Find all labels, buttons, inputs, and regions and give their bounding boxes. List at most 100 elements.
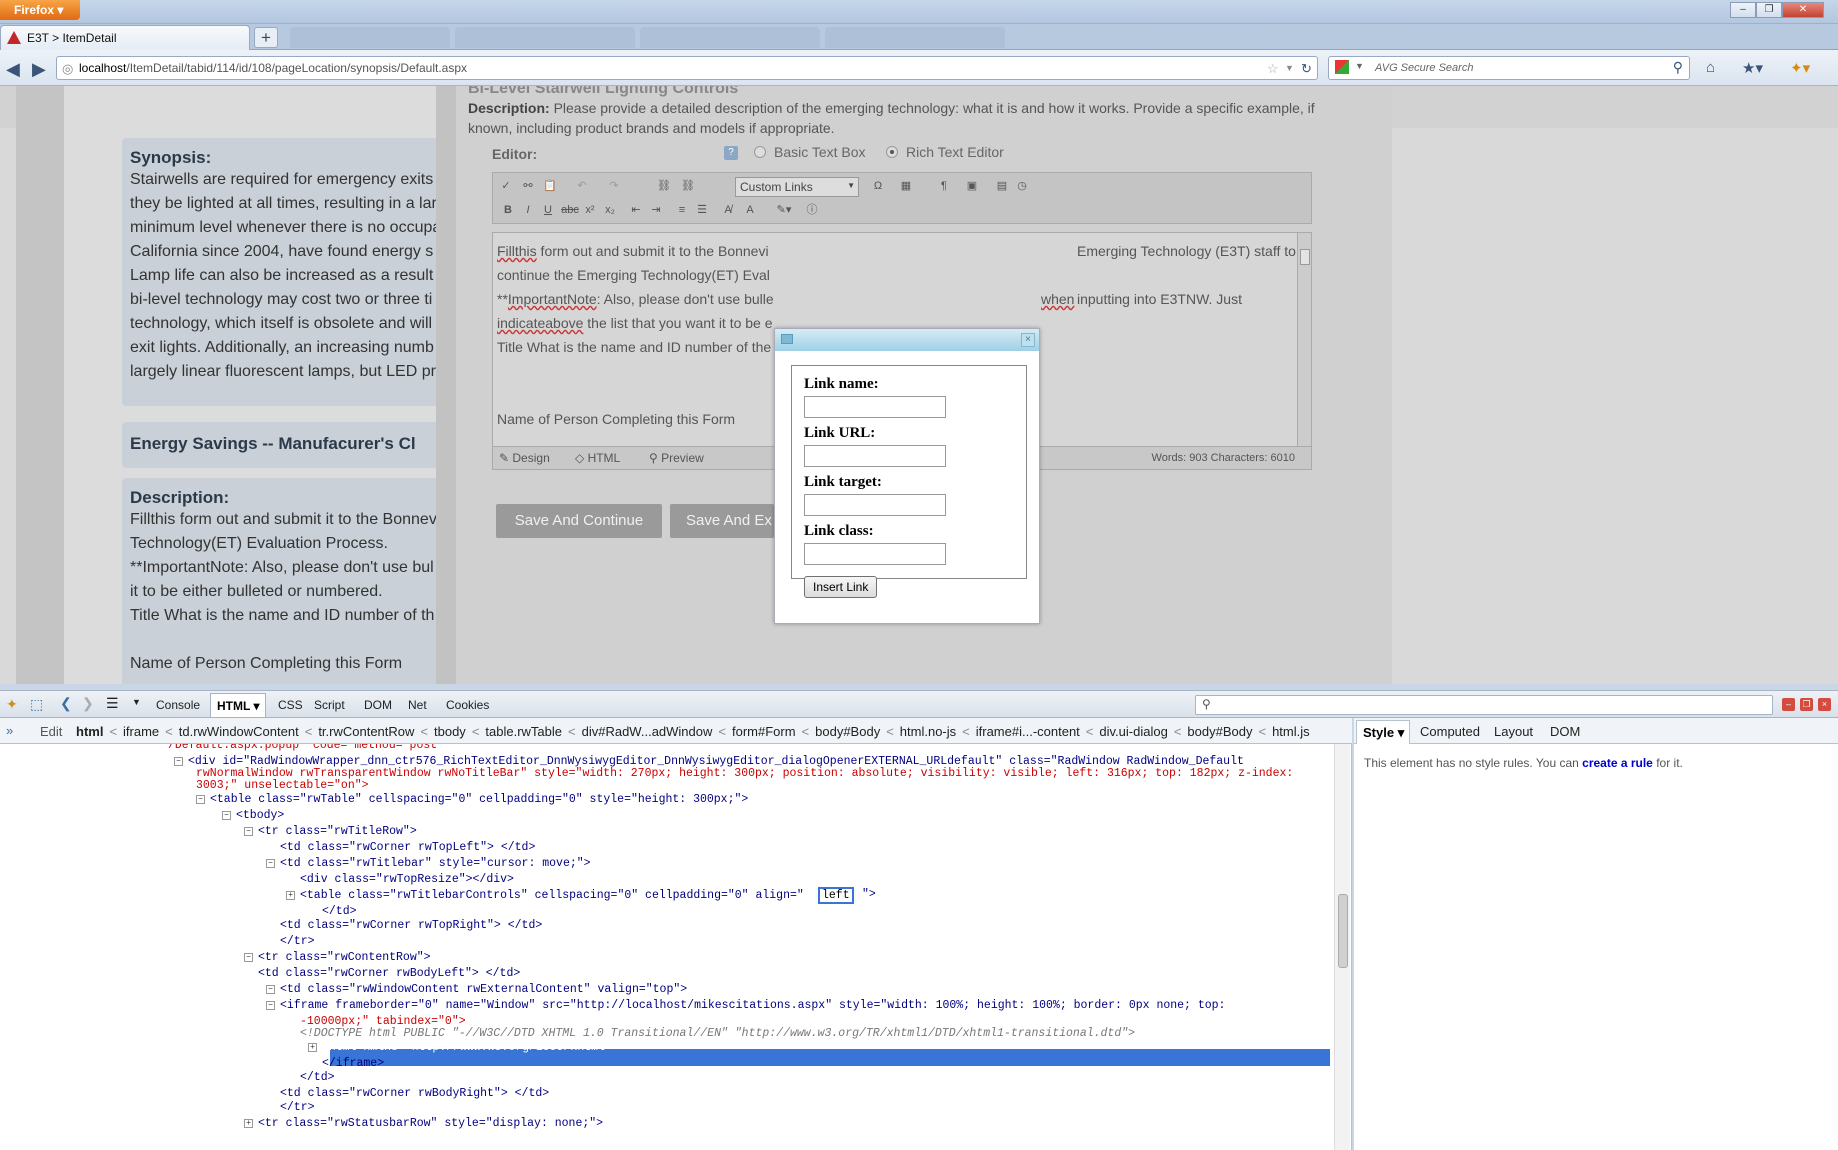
forward-arrow-icon[interactable]: ▶ <box>32 59 46 80</box>
html-tree-node[interactable]: <td class="rwCorner rwBodyRight"> </td> <box>280 1086 549 1102</box>
strip-format-icon[interactable]: A̸ <box>719 201 737 219</box>
collapse-icon[interactable]: − <box>266 1001 275 1010</box>
expand-icon[interactable]: + <box>286 891 295 900</box>
tab-console[interactable]: Console <box>156 698 200 712</box>
firebug-icon[interactable]: ✦ <box>6 696 18 713</box>
help-icon[interactable]: ? <box>724 146 738 160</box>
background-tab[interactable] <box>825 27 1005 48</box>
breadcrumb-item[interactable]: div#RadW...adWindow <box>582 724 713 739</box>
template-icon[interactable]: ▤ <box>993 177 1011 195</box>
insert-link-button[interactable]: Insert Link <box>804 576 878 598</box>
tab-computed[interactable]: Computed <box>1420 724 1480 739</box>
numbered-list-icon[interactable]: ≡ <box>673 201 691 219</box>
rich-text-editor-option[interactable]: Rich Text Editor <box>886 144 1004 160</box>
html-tree-node[interactable]: </tr> <box>280 934 315 950</box>
indent-icon[interactable]: ⇥ <box>647 201 665 219</box>
link-icon[interactable]: ⛓ <box>655 177 673 195</box>
table-icon[interactable]: ▦ <box>897 177 915 195</box>
energy-savings-panel[interactable]: Energy Savings -- Manufacurer's Cl <box>122 422 452 468</box>
find-icon[interactable]: ⚯ <box>519 177 537 195</box>
preview-mode-tab[interactable]: ⚲ Preview <box>649 451 704 465</box>
html-tree-panel[interactable]: /Default.aspx.popup" code="method="post"… <box>0 744 1352 1150</box>
underline-icon[interactable]: U <box>539 201 557 219</box>
html-tree-node[interactable]: <td class="rwCorner rwTopLeft"> </td> <box>280 840 535 856</box>
custom-links-dropdown[interactable]: Custom Links ▼ <box>735 177 859 197</box>
firefox-menu-button[interactable]: Firefox ▾ <box>0 0 80 20</box>
html-tree-node[interactable]: <td class="rwCorner rwBodyLeft"> </td> <box>258 966 520 982</box>
close-firebug-button[interactable]: × <box>1818 698 1831 711</box>
tab-cookies[interactable]: Cookies <box>446 698 489 712</box>
bookmark-star-icon[interactable]: ☆ <box>1267 61 1279 77</box>
edit-button[interactable]: Edit <box>40 724 62 739</box>
expand-icon[interactable]: + <box>244 1119 253 1128</box>
html-tree-node[interactable]: <tr class="rwTitleRow"> <box>258 824 417 840</box>
redo-icon[interactable]: ↷ <box>605 177 623 195</box>
outdent-icon[interactable]: ⇤ <box>627 201 645 219</box>
breadcrumb-item[interactable]: iframe#i...-content <box>976 724 1080 739</box>
html-tree-node[interactable]: <tbody> <box>236 808 284 824</box>
firebug-icon[interactable]: ✦▾ <box>1790 59 1810 77</box>
spellcheck-icon[interactable]: ✓ <box>497 177 515 195</box>
html-tree-node[interactable]: <td class="rwWindowContent rwExternalCon… <box>280 982 687 998</box>
tab-script[interactable]: Script <box>314 698 345 712</box>
breadcrumb-item[interactable]: body#Body <box>1187 724 1252 739</box>
collapse-icon[interactable]: − <box>266 859 275 868</box>
collapse-icon[interactable]: − <box>174 757 183 766</box>
save-and-continue-button[interactable]: Save And Continue <box>496 504 662 538</box>
unlink-icon[interactable]: ⛓ <box>679 177 697 195</box>
breadcrumb-item[interactable]: html.js <box>1272 724 1310 739</box>
expand-icon[interactable]: » <box>6 723 13 738</box>
editor-scroll-thumb[interactable] <box>1300 249 1310 265</box>
background-tab[interactable] <box>640 27 820 48</box>
html-panel-scrollbar[interactable] <box>1334 744 1350 1150</box>
html-tree-node[interactable]: <table class="rwTitlebarControls" cellsp… <box>300 888 804 904</box>
tab-net[interactable]: Net <box>408 698 427 712</box>
paste-icon[interactable]: 📋 <box>541 177 559 195</box>
dialog-titlebar[interactable]: × <box>775 329 1039 351</box>
clock-icon[interactable]: ◷ <box>1013 177 1031 195</box>
tab-e3t-itemdetail[interactable]: E3T > ItemDetail <box>0 25 250 50</box>
italic-icon[interactable]: I <box>519 201 537 219</box>
menu-icon[interactable]: ☰ <box>106 695 119 712</box>
paragraph-icon[interactable]: ¶ <box>935 177 953 195</box>
tab-css[interactable]: CSS <box>278 698 303 712</box>
link-target-input[interactable] <box>804 494 946 516</box>
url-bar[interactable]: ◎ localhost/ItemDetail/tabid/114/id/108/… <box>56 56 1318 80</box>
bold-icon[interactable]: B <box>499 201 517 219</box>
tab-html[interactable]: HTML ▾ <box>210 693 266 717</box>
detach-firebug-button[interactable]: ❐ <box>1800 698 1813 711</box>
search-bar[interactable]: ▼ AVG Secure Search ⚲ <box>1328 56 1690 80</box>
back-arrow-icon[interactable]: ◀ <box>6 59 20 80</box>
link-class-input[interactable] <box>804 543 946 565</box>
background-tab[interactable] <box>455 27 635 48</box>
basic-text-box-radio[interactable] <box>754 146 766 158</box>
subscript-icon[interactable]: x₂ <box>601 201 619 219</box>
breadcrumb-item[interactable]: table.rwTable <box>485 724 562 739</box>
close-window-button[interactable]: ✕ <box>1782 2 1824 18</box>
attribute-edit-input[interactable]: left <box>818 887 854 904</box>
tab-side-dom[interactable]: DOM <box>1550 724 1580 739</box>
background-tab[interactable] <box>290 27 450 48</box>
tab-dom[interactable]: DOM <box>364 698 392 712</box>
bullet-list-icon[interactable]: ☰ <box>693 201 711 219</box>
search-engine-dropdown-icon[interactable]: ▼ <box>1355 61 1364 71</box>
html-tree-node[interactable]: <tr class="rwContentRow"> <box>258 950 431 966</box>
breadcrumb-item[interactable]: form#Form <box>732 724 796 739</box>
close-icon[interactable]: × <box>1021 333 1035 347</box>
superscript-icon[interactable]: x² <box>581 201 599 219</box>
firebug-search-input[interactable]: ⚲ <box>1195 695 1773 715</box>
html-tree-node[interactable]: <tr class="rwStatusbarRow" style="displa… <box>258 1116 603 1132</box>
format-painter-icon[interactable]: ✎▾ <box>775 201 793 219</box>
collapse-icon[interactable]: − <box>266 985 275 994</box>
home-icon[interactable]: ⌂ <box>1706 59 1715 76</box>
design-mode-tab[interactable]: ✎ Design <box>499 451 550 465</box>
new-tab-button[interactable]: + <box>254 27 278 48</box>
special-chars-icon[interactable]: Ω <box>869 177 887 195</box>
reload-icon[interactable]: ↻ <box>1301 61 1312 77</box>
html-tree-node[interactable]: <td class="rwTitlebar" style="cursor: mo… <box>280 856 591 872</box>
collapse-icon[interactable]: − <box>222 811 231 820</box>
font-size-icon[interactable]: A <box>741 201 759 219</box>
search-icon[interactable]: ⚲ <box>1673 59 1683 76</box>
forward-arrow-icon[interactable]: ❯ <box>82 695 94 712</box>
chevron-down-icon[interactable]: ▼ <box>132 697 141 707</box>
